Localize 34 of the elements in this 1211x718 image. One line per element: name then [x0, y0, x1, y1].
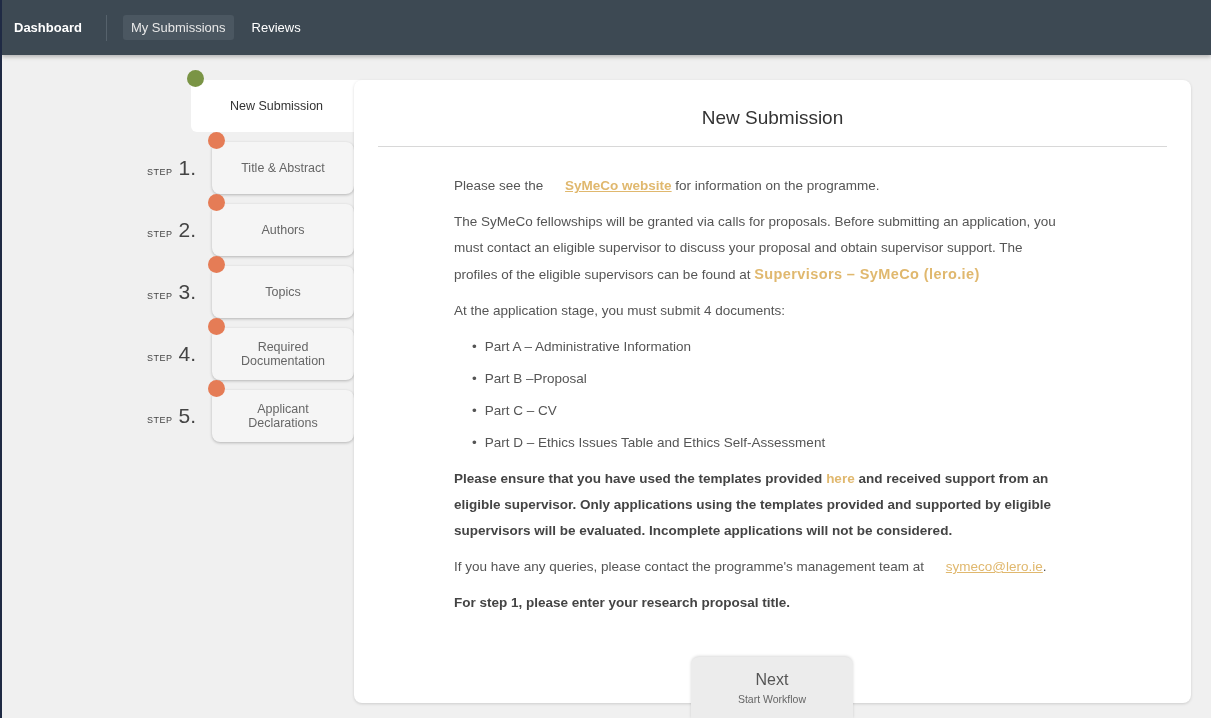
step-label: STEP	[146, 229, 173, 239]
nav-tab[interactable]: My Submissions	[122, 15, 234, 40]
bullet: •	[472, 434, 477, 452]
list-item: Part A – Administrative Information	[484, 338, 692, 356]
step-number: 5.	[178, 404, 196, 428]
paragraph: For step 1, please enter your research proposal title.	[454, 594, 792, 612]
step-tab[interactable]: Applicant Declarations	[212, 390, 354, 442]
bullet: •	[472, 338, 477, 356]
paragraph: At the application stage, you must submit 4 documents:	[454, 302, 786, 320]
list-item: Part C – CV	[484, 402, 557, 420]
next-button[interactable]: Next Start Workflow	[691, 657, 853, 718]
step-tab[interactable]: Title & Abstract	[212, 142, 354, 194]
step-label: STEP	[146, 167, 173, 177]
step-tab[interactable]: Authors	[212, 204, 354, 256]
step-label: STEP	[146, 353, 173, 363]
card-title: New Submission	[378, 80, 1167, 147]
step-tab[interactable]: Required Documentation	[212, 328, 354, 380]
step-label: STEP	[146, 291, 173, 301]
nav-tab[interactable]: Reviews	[243, 15, 309, 40]
paragraph: Please ensure that you have used the templates provided here and received support from an eligible supervisor. Only applications using the templates provided and supported by eligible supervisors will be evaluated. Incomplete applications will not be considered.	[454, 470, 1053, 540]
step-number: 1.	[178, 156, 196, 180]
bullet: •	[472, 402, 477, 420]
step-number: 3.	[178, 280, 196, 304]
step-label: STEP	[146, 415, 173, 425]
step-number: 2.	[178, 218, 196, 242]
bullet: •	[472, 370, 477, 388]
list-item: Part D – Ethics Issues Table and Ethics Self-Assessment	[484, 434, 826, 452]
paragraph: The SyMeCo fellowships will be granted via calls for proposals. Before submitting an application, you must contact an eligible supervisor to discuss your proposal and obtain supervisor support. The profiles of the eligible supervisors can be found at Supervisors – SyMeCo (lero.ie)	[454, 213, 1057, 284]
step-number: 4.	[178, 342, 196, 366]
list-item: Part B –Proposal	[484, 370, 587, 388]
step-tab[interactable]: Topics	[212, 266, 354, 318]
paragraph: If you have any queries, please contact the programme's management team at symeco@lero.ie.	[454, 558, 1048, 576]
paragraph: Please see the SyMeCo website for information on the programme.	[454, 177, 881, 195]
dashboard-link[interactable]: Dashboard	[14, 14, 107, 41]
